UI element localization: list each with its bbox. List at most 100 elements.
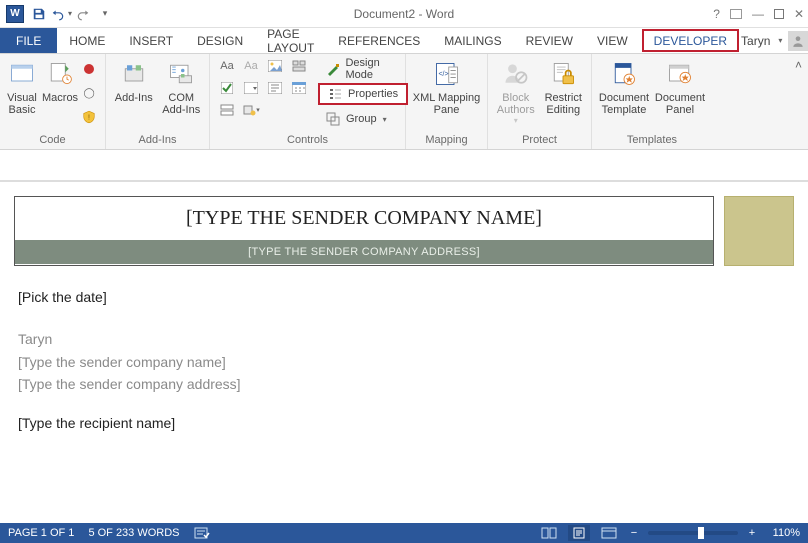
quick-access-toolbar: W ▾ ▾ bbox=[0, 0, 116, 27]
visual-basic-button[interactable]: Visual Basic bbox=[6, 56, 38, 116]
group-code-label: Code bbox=[6, 133, 99, 149]
qat-customize-button[interactable]: ▾ bbox=[94, 3, 116, 25]
date-picker-control-button[interactable] bbox=[288, 78, 310, 98]
group-templates: Document Template Document Panel Templat… bbox=[592, 54, 712, 149]
document-template-icon bbox=[608, 58, 640, 90]
page: [TYPE THE SENDER COMPANY NAME] [TYPE THE… bbox=[0, 182, 808, 434]
tab-home[interactable]: HOME bbox=[57, 28, 117, 53]
block-authors-label: Block Authors bbox=[494, 92, 538, 116]
tab-file[interactable]: FILE bbox=[0, 28, 57, 53]
user-avatar[interactable] bbox=[788, 31, 808, 51]
document-panel-button[interactable]: Document Panel bbox=[654, 56, 706, 116]
checkbox-control-button[interactable] bbox=[216, 78, 238, 98]
rich-text-control-button[interactable]: Aa bbox=[216, 56, 238, 76]
legacy-tools-button[interactable]: ▾ bbox=[240, 100, 262, 120]
status-bar: PAGE 1 OF 1 5 OF 233 WORDS − + 110% bbox=[0, 523, 808, 543]
tab-design[interactable]: DESIGN bbox=[185, 28, 255, 53]
macros-button[interactable]: Macros bbox=[42, 56, 78, 104]
tab-page-layout[interactable]: PAGE LAYOUT bbox=[255, 28, 326, 53]
proofing-status[interactable] bbox=[194, 526, 210, 540]
group-mapping: </> XML Mapping Pane Mapping bbox=[406, 54, 488, 149]
com-addins-icon bbox=[165, 58, 197, 90]
design-mode-icon bbox=[326, 62, 339, 76]
web-layout-button[interactable] bbox=[598, 525, 620, 541]
dropdown-control-button[interactable] bbox=[264, 78, 286, 98]
group-mapping-label: Mapping bbox=[412, 133, 481, 149]
print-layout-button[interactable] bbox=[568, 525, 590, 541]
document-template-button[interactable]: Document Template bbox=[598, 56, 650, 116]
redo-button[interactable] bbox=[72, 3, 94, 25]
date-picker-control[interactable]: [Pick the date] bbox=[18, 286, 790, 308]
save-button[interactable] bbox=[28, 3, 50, 25]
addins-button[interactable]: Add-Ins bbox=[112, 56, 156, 104]
com-addins-button[interactable]: COM Add-Ins bbox=[160, 56, 204, 116]
document-panel-icon bbox=[664, 58, 696, 90]
restrict-editing-button[interactable]: Restrict Editing bbox=[542, 56, 586, 116]
ribbon-display-button[interactable] bbox=[730, 9, 742, 19]
minimize-button[interactable]: — bbox=[752, 7, 764, 21]
group-templates-label: Templates bbox=[598, 133, 706, 149]
design-mode-label: Design Mode bbox=[345, 57, 400, 81]
repeating-section-control-button[interactable] bbox=[216, 100, 238, 120]
page-number-status[interactable]: PAGE 1 OF 1 bbox=[8, 527, 74, 539]
block-authors-button[interactable]: Block Authors ▾ bbox=[494, 56, 538, 125]
recipient-name-control[interactable]: [Type the recipient name] bbox=[18, 412, 790, 434]
group-code: Visual Basic Macros ◯ ! Code bbox=[0, 54, 106, 149]
sender-name-field[interactable]: Taryn bbox=[18, 328, 790, 350]
group-icon bbox=[326, 112, 340, 126]
combobox-control-button[interactable] bbox=[240, 78, 262, 98]
tab-references[interactable]: REFERENCES bbox=[326, 28, 432, 53]
read-mode-button[interactable] bbox=[538, 525, 560, 541]
tab-view[interactable]: VIEW bbox=[585, 28, 640, 53]
pause-recording-button[interactable]: ◯ bbox=[78, 82, 100, 104]
logo-placeholder[interactable] bbox=[724, 196, 794, 266]
word-count-status[interactable]: 5 OF 233 WORDS bbox=[88, 527, 179, 539]
document-area[interactable]: [TYPE THE SENDER COMPANY NAME] [TYPE THE… bbox=[0, 150, 808, 523]
user-name[interactable]: Taryn bbox=[741, 34, 770, 48]
group-protect: Block Authors ▾ Restrict Editing Protect bbox=[488, 54, 592, 149]
tab-mailings[interactable]: MAILINGS bbox=[432, 28, 513, 53]
visual-basic-label: Visual Basic bbox=[6, 92, 38, 116]
svg-text:</>: </> bbox=[438, 71, 448, 78]
group-addins-label: Add-Ins bbox=[112, 133, 203, 149]
collapse-ribbon-button[interactable]: ˄ bbox=[795, 58, 802, 72]
properties-button[interactable]: Properties bbox=[318, 83, 408, 105]
zoom-in-button[interactable]: + bbox=[746, 527, 758, 539]
group-controls-label: Controls bbox=[216, 133, 399, 149]
sender-company-name-control[interactable]: [TYPE THE SENDER COMPANY NAME] bbox=[15, 197, 713, 240]
tab-review[interactable]: REVIEW bbox=[514, 28, 585, 53]
zoom-level[interactable]: 110% bbox=[766, 527, 800, 539]
ribbon: Visual Basic Macros ◯ ! Code bbox=[0, 54, 808, 150]
addins-label: Add-Ins bbox=[112, 92, 156, 104]
xml-mapping-pane-button[interactable]: </> XML Mapping Pane bbox=[412, 56, 481, 116]
window-title: Document2 - Word bbox=[0, 7, 808, 21]
xml-mapping-icon: </> bbox=[431, 58, 463, 90]
xml-mapping-label: XML Mapping Pane bbox=[412, 92, 481, 116]
tab-insert[interactable]: INSERT bbox=[117, 28, 185, 53]
sender-address-inline-control[interactable]: [Type the sender company address] bbox=[18, 373, 790, 395]
picture-control-button[interactable] bbox=[264, 56, 286, 76]
zoom-out-button[interactable]: − bbox=[628, 527, 640, 539]
svg-text:!: ! bbox=[88, 114, 90, 121]
zoom-slider[interactable] bbox=[648, 531, 738, 535]
restrict-editing-icon bbox=[547, 58, 579, 90]
record-macro-button[interactable] bbox=[78, 58, 100, 80]
visual-basic-icon bbox=[6, 58, 38, 90]
user-menu-caret[interactable]: ▾ bbox=[778, 36, 782, 45]
building-block-control-button[interactable] bbox=[288, 56, 310, 76]
plain-text-control-button[interactable]: Aa bbox=[240, 56, 262, 76]
group-protect-label: Protect bbox=[494, 133, 585, 149]
addins-icon bbox=[118, 58, 150, 90]
sender-company-inline-control[interactable]: [Type the sender company name] bbox=[18, 351, 790, 373]
design-mode-button[interactable]: Design Mode bbox=[318, 58, 408, 80]
sender-company-address-control[interactable]: [TYPE THE SENDER COMPANY ADDRESS] bbox=[15, 240, 713, 264]
group-controls: Aa Aa ▾ Design bbox=[210, 54, 406, 149]
maximize-button[interactable] bbox=[774, 9, 784, 19]
tab-developer[interactable]: DEVELOPER bbox=[642, 29, 739, 52]
macro-security-button[interactable]: ! bbox=[78, 106, 100, 128]
help-button[interactable]: ? bbox=[713, 7, 720, 21]
close-button[interactable]: ✕ bbox=[794, 7, 804, 21]
group-button[interactable]: Group ▾ bbox=[318, 108, 408, 130]
zoom-slider-thumb[interactable] bbox=[698, 527, 704, 539]
undo-button[interactable]: ▾ bbox=[50, 3, 72, 25]
